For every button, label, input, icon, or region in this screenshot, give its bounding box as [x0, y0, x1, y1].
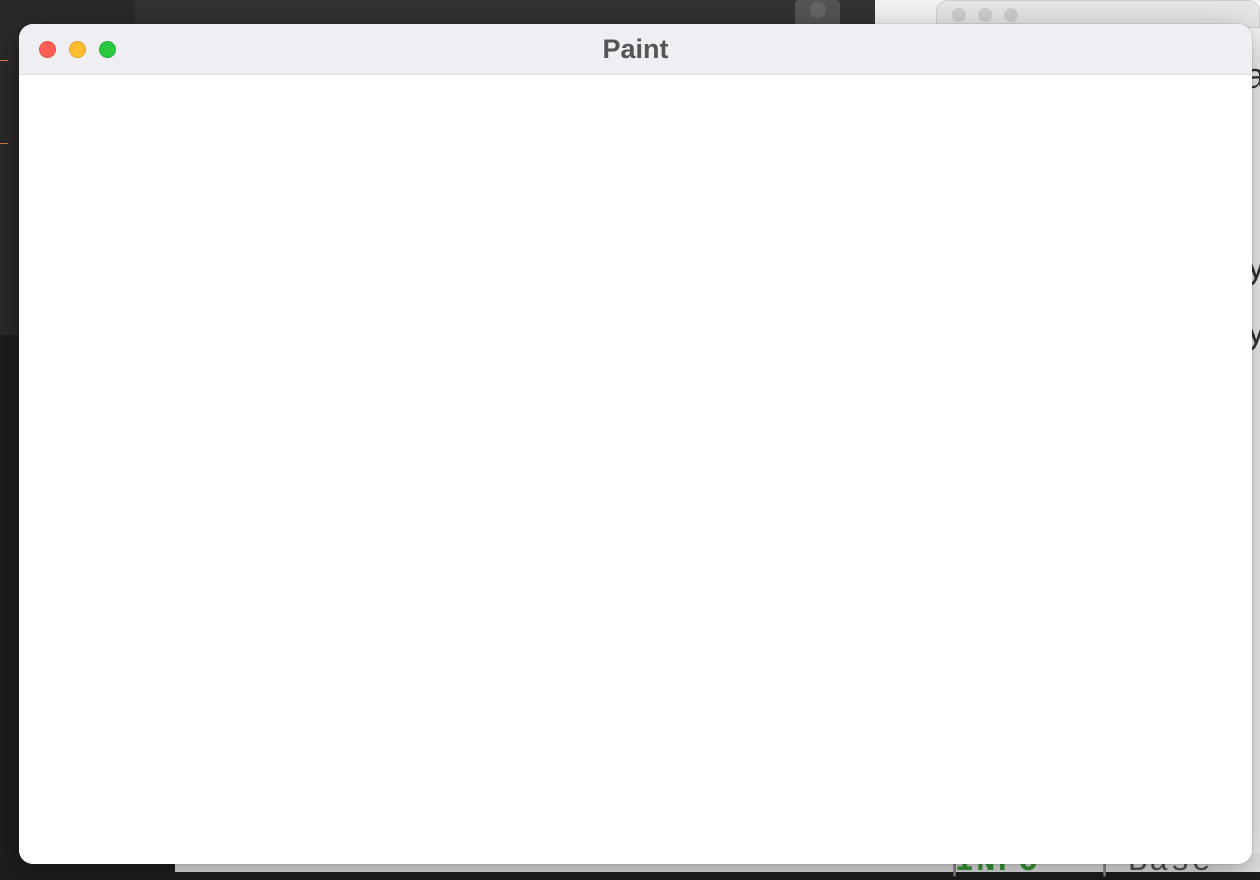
background-traffic-light: [952, 8, 966, 22]
zoom-button[interactable]: [99, 41, 116, 58]
close-button[interactable]: [39, 41, 56, 58]
minimize-button[interactable]: [69, 41, 86, 58]
background-traffic-light: [978, 8, 992, 22]
background-traffic-light: [1004, 8, 1018, 22]
background-traffic-lights: [952, 8, 1018, 22]
background-tab-indicator: [810, 2, 826, 18]
traffic-lights-group: [19, 41, 116, 58]
paint-window: Paint: [19, 24, 1252, 864]
window-titlebar[interactable]: Paint: [19, 24, 1252, 75]
background-accent-line: [0, 143, 8, 144]
background-accent-line: [0, 60, 8, 61]
paint-canvas[interactable]: [19, 75, 1252, 864]
window-title: Paint: [602, 34, 668, 65]
